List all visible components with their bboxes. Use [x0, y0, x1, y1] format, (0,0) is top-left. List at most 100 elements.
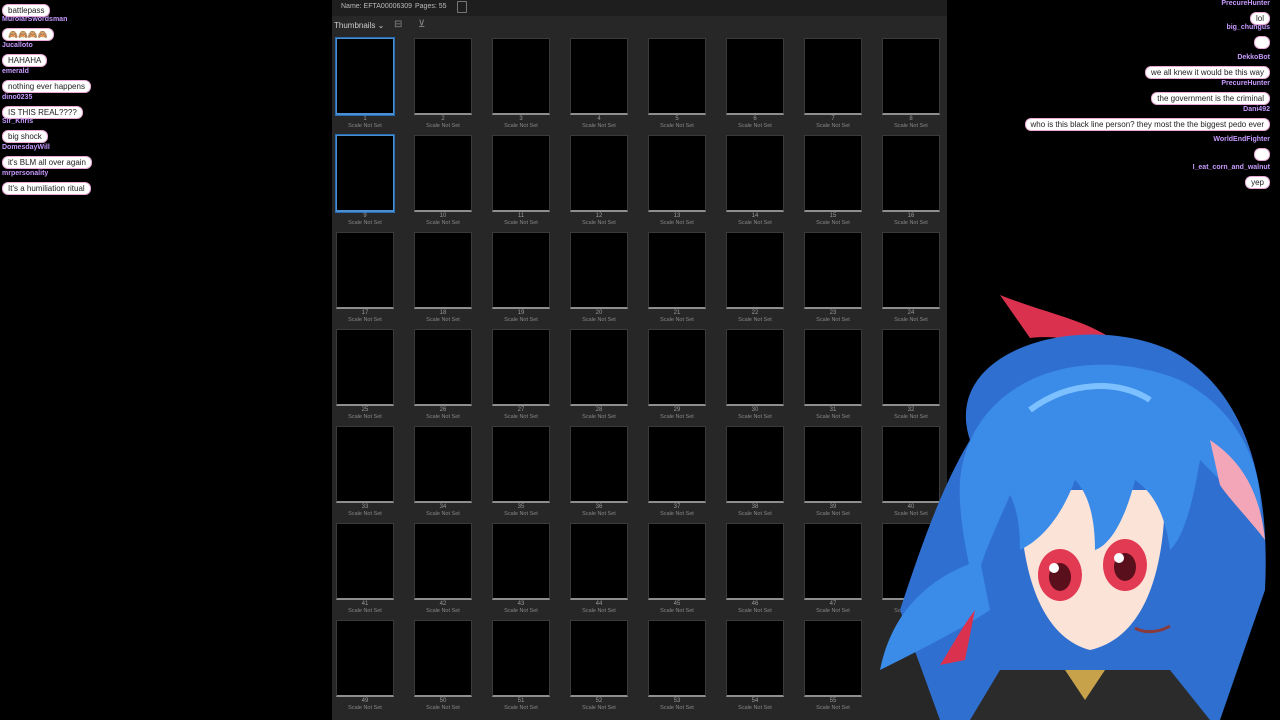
- page-thumbnail[interactable]: 39 Scale Not Set: [804, 426, 862, 520]
- page-number: 35: [517, 504, 525, 510]
- page-thumbnail[interactable]: 3 Scale Not Set: [492, 38, 550, 132]
- page-thumbnail[interactable]: 21 Scale Not Set: [648, 232, 706, 326]
- page-thumbnail[interactable]: 9 Scale Not Set: [336, 135, 394, 229]
- scale-label: Scale Not Set: [504, 511, 538, 517]
- page-thumbnail[interactable]: 30 Scale Not Set: [726, 329, 784, 423]
- page-thumbnail[interactable]: 27 Scale Not Set: [492, 329, 550, 423]
- page-thumbnail[interactable]: 41 Scale Not Set: [336, 523, 394, 617]
- scale-label: Scale Not Set: [660, 123, 694, 129]
- page-number: 23: [829, 310, 837, 316]
- thumbnail-image: [648, 620, 706, 697]
- page-thumbnail[interactable]: 14 Scale Not Set: [726, 135, 784, 229]
- page-thumbnail[interactable]: 45 Scale Not Set: [648, 523, 706, 617]
- scale-label: Scale Not Set: [738, 220, 772, 226]
- page-thumbnail[interactable]: 8 Scale Not Set: [882, 38, 940, 132]
- thumbnail-image: [648, 329, 706, 406]
- thumbnail-image: [570, 232, 628, 309]
- chat-bubble: HAHAHA: [2, 54, 48, 67]
- page-thumbnail[interactable]: 13 Scale Not Set: [648, 135, 706, 229]
- thumbnail-options-icon[interactable]: ⊻: [418, 19, 425, 30]
- page-thumbnail[interactable]: 36 Scale Not Set: [570, 426, 628, 520]
- page-number: 12: [595, 213, 603, 219]
- thumbnail-image: [648, 523, 706, 600]
- page-thumbnail[interactable]: 55 Scale Not Set: [804, 620, 862, 714]
- page-thumbnail[interactable]: 1 Scale Not Set: [336, 38, 394, 132]
- thumbnail-image: [336, 38, 394, 115]
- page-thumbnail[interactable]: 17 Scale Not Set: [336, 232, 394, 326]
- page-number: 50: [439, 698, 447, 704]
- scale-label: Scale Not Set: [738, 705, 772, 711]
- page-thumbnail[interactable]: 4 Scale Not Set: [570, 38, 628, 132]
- page-thumbnail[interactable]: 6 Scale Not Set: [726, 38, 784, 132]
- thumbnails-header: Thumbnails ⌄ ⊟ ⊻: [332, 18, 947, 32]
- page-thumbnail[interactable]: 22 Scale Not Set: [726, 232, 784, 326]
- page-thumbnail[interactable]: 18 Scale Not Set: [414, 232, 472, 326]
- scale-label: Scale Not Set: [816, 608, 850, 614]
- page-number: 8: [909, 116, 913, 122]
- page-thumbnail[interactable]: 35 Scale Not Set: [492, 426, 550, 520]
- chat-username: I_eat_corn_and_walnut: [1192, 164, 1270, 171]
- page-thumbnail[interactable]: 23 Scale Not Set: [804, 232, 862, 326]
- page-thumbnail[interactable]: 16 Scale Not Set: [882, 135, 940, 229]
- chat-username: emerald: [2, 68, 29, 75]
- page-thumbnail[interactable]: 33 Scale Not Set: [336, 426, 394, 520]
- page-thumbnail[interactable]: 29 Scale Not Set: [648, 329, 706, 423]
- page-thumbnail[interactable]: 44 Scale Not Set: [570, 523, 628, 617]
- thumbnail-image: [726, 232, 784, 309]
- page-thumbnail[interactable]: 38 Scale Not Set: [726, 426, 784, 520]
- thumbnail-image: [570, 38, 628, 115]
- chat-bubble: yep: [1245, 176, 1270, 189]
- document-icon[interactable]: [457, 1, 467, 13]
- page-thumbnail[interactable]: 5 Scale Not Set: [648, 38, 706, 132]
- scale-label: Scale Not Set: [738, 317, 772, 323]
- page-thumbnail[interactable]: 7 Scale Not Set: [804, 38, 862, 132]
- page-thumbnail[interactable]: 47 Scale Not Set: [804, 523, 862, 617]
- page-thumbnail[interactable]: 46 Scale Not Set: [726, 523, 784, 617]
- chat-username: WorldEndFighter: [1213, 136, 1270, 143]
- page-thumbnail[interactable]: 43 Scale Not Set: [492, 523, 550, 617]
- page-thumbnail[interactable]: 15 Scale Not Set: [804, 135, 862, 229]
- page-thumbnail[interactable]: 42 Scale Not Set: [414, 523, 472, 617]
- thumbnail-image: [336, 426, 394, 503]
- page-thumbnail[interactable]: 31 Scale Not Set: [804, 329, 862, 423]
- page-thumbnail[interactable]: 49 Scale Not Set: [336, 620, 394, 714]
- page-thumbnail[interactable]: 12 Scale Not Set: [570, 135, 628, 229]
- page-thumbnail[interactable]: 20 Scale Not Set: [570, 232, 628, 326]
- thumbnail-size-icon[interactable]: ⊟: [394, 19, 402, 30]
- page-thumbnail[interactable]: 10 Scale Not Set: [414, 135, 472, 229]
- page-thumbnail[interactable]: 37 Scale Not Set: [648, 426, 706, 520]
- page-thumbnail[interactable]: 53 Scale Not Set: [648, 620, 706, 714]
- page-number: 27: [517, 407, 525, 413]
- page-thumbnail[interactable]: 34 Scale Not Set: [414, 426, 472, 520]
- thumbnail-image: [414, 232, 472, 309]
- page-number: 31: [829, 407, 837, 413]
- scale-label: Scale Not Set: [660, 608, 694, 614]
- page-thumbnail[interactable]: 25 Scale Not Set: [336, 329, 394, 423]
- page-thumbnail[interactable]: 11 Scale Not Set: [492, 135, 550, 229]
- scale-label: Scale Not Set: [738, 414, 772, 420]
- page-thumbnail[interactable]: 28 Scale Not Set: [570, 329, 628, 423]
- page-thumbnail[interactable]: 50 Scale Not Set: [414, 620, 472, 714]
- page-thumbnail[interactable]: 26 Scale Not Set: [414, 329, 472, 423]
- chat-username: Sir_Khris: [2, 118, 34, 125]
- scale-label: Scale Not Set: [738, 123, 772, 129]
- scale-label: Scale Not Set: [504, 317, 538, 323]
- scale-label: Scale Not Set: [894, 220, 928, 226]
- page-thumbnail[interactable]: 2 Scale Not Set: [414, 38, 472, 132]
- scale-label: Scale Not Set: [582, 608, 616, 614]
- document-name: Name: EFTA00006309: [341, 3, 413, 10]
- chat-bubble: it's BLM all over again: [2, 156, 93, 169]
- scale-label: Scale Not Set: [816, 123, 850, 129]
- thumbnail-image: [726, 135, 784, 212]
- page-thumbnail[interactable]: 19 Scale Not Set: [492, 232, 550, 326]
- page-number: 9: [363, 213, 367, 219]
- page-thumbnail[interactable]: 51 Scale Not Set: [492, 620, 550, 714]
- thumbnails-dropdown[interactable]: Thumbnails ⌄: [334, 21, 384, 30]
- page-thumbnail[interactable]: 52 Scale Not Set: [570, 620, 628, 714]
- page-number: 11: [517, 213, 525, 219]
- page-count: Pages: 55: [415, 3, 447, 10]
- chat-username: DomesdayWill: [2, 144, 50, 151]
- thumbnail-image: [414, 620, 472, 697]
- scale-label: Scale Not Set: [582, 220, 616, 226]
- page-thumbnail[interactable]: 54 Scale Not Set: [726, 620, 784, 714]
